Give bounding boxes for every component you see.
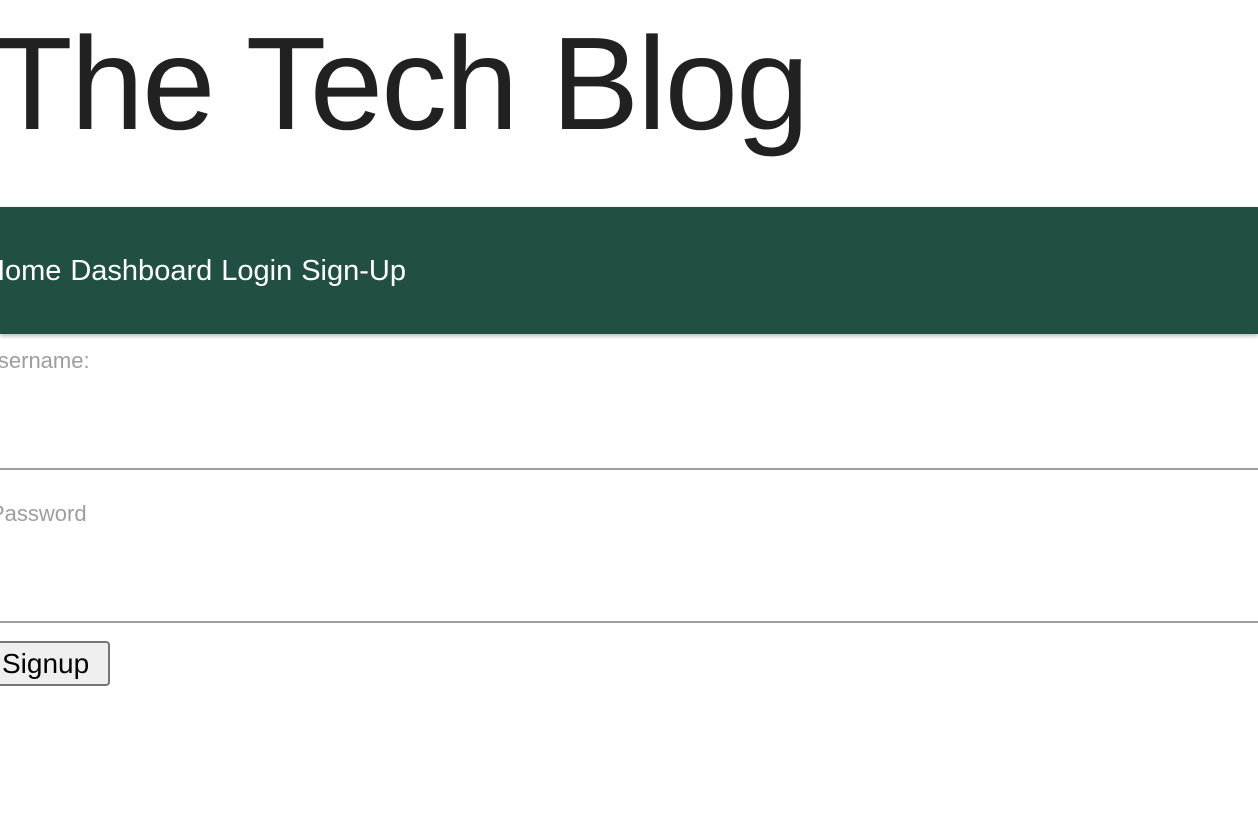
password-label: Password: [0, 501, 87, 526]
signup-button[interactable]: Signup: [0, 641, 110, 686]
page: The Tech Blog Home Dashboard Login Sign-…: [0, 0, 1258, 820]
nav-link-dashboard[interactable]: Dashboard: [70, 255, 212, 287]
username-label: Username:: [0, 348, 90, 373]
username-input[interactable]: [0, 430, 1258, 470]
nav-link-login[interactable]: Login: [221, 255, 292, 287]
password-input[interactable]: [0, 583, 1258, 623]
nav-link-home[interactable]: Home: [0, 255, 61, 287]
nav-link-sign-up[interactable]: Sign-Up: [301, 255, 406, 287]
nav-links: Home Dashboard Login Sign-Up: [0, 255, 406, 287]
navbar: Home Dashboard Login Sign-Up: [0, 207, 1258, 334]
site-title: The Tech Blog: [0, 10, 809, 157]
